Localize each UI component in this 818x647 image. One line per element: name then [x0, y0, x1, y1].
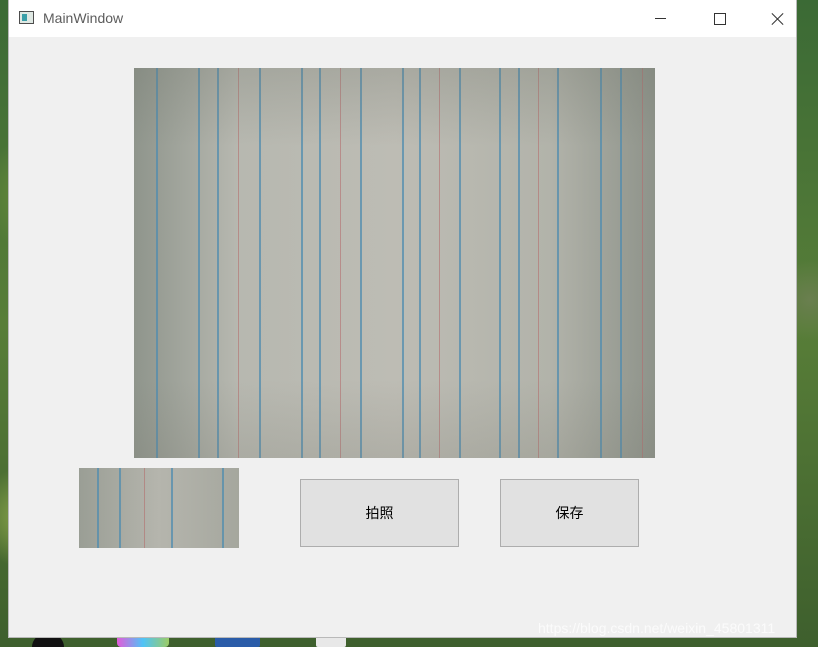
paper-line — [97, 468, 99, 548]
paper-line — [222, 468, 224, 548]
paper-line — [557, 68, 559, 458]
paper-line — [217, 68, 219, 458]
save-button[interactable]: 保存 — [500, 479, 639, 547]
paper-line — [600, 68, 602, 458]
maximize-button[interactable] — [697, 0, 743, 37]
minimize-icon — [654, 18, 666, 19]
paper-line — [340, 68, 341, 458]
paper-line — [259, 68, 261, 458]
paper-line — [439, 68, 440, 458]
paper-line — [144, 468, 145, 548]
close-button[interactable] — [755, 0, 801, 37]
paper-line — [402, 68, 404, 458]
title-bar[interactable]: MainWindow — [9, 0, 796, 37]
paper-line — [459, 68, 461, 458]
close-icon — [771, 12, 785, 26]
paper-line — [198, 68, 200, 458]
camera-preview — [134, 68, 655, 458]
maximize-icon — [714, 12, 726, 25]
captured-thumbnail — [79, 468, 239, 548]
capture-button[interactable]: 拍照 — [300, 479, 459, 547]
minimize-button[interactable] — [637, 0, 683, 37]
window-title: MainWindow — [43, 10, 124, 26]
paper-line — [538, 68, 539, 458]
paper-line — [156, 68, 158, 458]
paper-line — [419, 68, 421, 458]
paper-line — [301, 68, 303, 458]
paper-line — [119, 468, 121, 548]
paper-line — [319, 68, 321, 458]
paper-line — [238, 68, 239, 458]
window-app-icon — [19, 11, 34, 24]
paper-line — [171, 468, 173, 548]
paper-line — [642, 68, 643, 458]
paper-line — [499, 68, 501, 458]
paper-line — [518, 68, 520, 458]
main-window: MainWindow 拍照 保存 — [9, 0, 796, 637]
watermark-text: https://blog.csdn.net/weixin_45801311 — [538, 620, 776, 636]
paper-line — [620, 68, 622, 458]
paper-line — [360, 68, 362, 458]
